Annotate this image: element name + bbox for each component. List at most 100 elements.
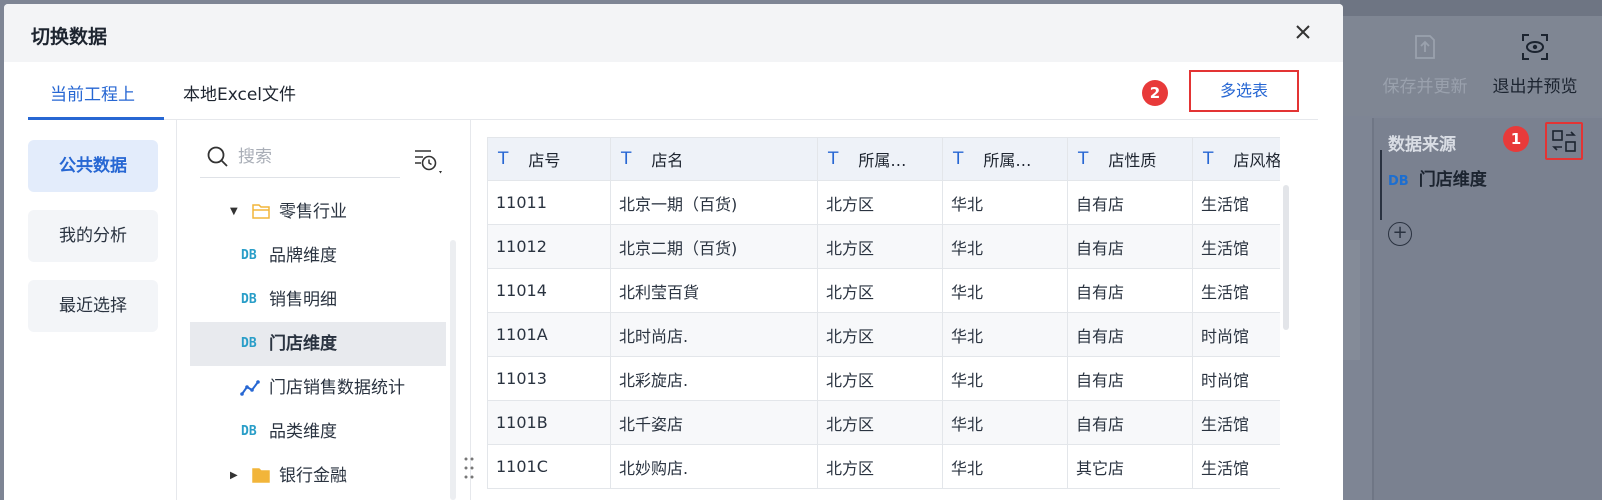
table-scrollbar[interactable] xyxy=(1283,185,1289,330)
table-row: 11012 北京二期（百货) 北方区 华北 自有店 生活馆 xyxy=(487,224,1280,269)
column-header-label: 店风格 xyxy=(1233,151,1280,170)
tab-local-excel[interactable]: 本地Excel文件 xyxy=(183,80,296,105)
exit-and-preview-button[interactable]: 退出并预览 xyxy=(1480,22,1590,97)
tree-item-category-dimension[interactable]: DB 品类维度 xyxy=(190,410,446,454)
table-cell: 11012 xyxy=(487,224,611,269)
category-my-analysis[interactable]: 我的分析 xyxy=(28,210,158,262)
table-cell: 自有店 xyxy=(1067,180,1193,225)
data-preview-table: T 店号 T 店名 T 所属… T 所属… T 店性质 T 店风格 11011 北京一期（百货… xyxy=(487,137,1280,500)
table-cell: 华北 xyxy=(942,356,1068,401)
table-cell: 自有店 xyxy=(1067,356,1193,401)
table-row: 1101B 北千姿店 北方区 华北 自有店 生活馆 xyxy=(487,400,1280,445)
column-header[interactable]: T 所属… xyxy=(942,137,1068,181)
save-and-update-button[interactable]: 保存并更新 xyxy=(1370,22,1480,97)
table-cell: 北方区 xyxy=(817,224,943,269)
category-divider xyxy=(176,120,177,500)
tree-label: 银行金融 xyxy=(279,466,347,486)
column-header-label: 店性质 xyxy=(1108,151,1157,170)
add-data-source-button[interactable]: + xyxy=(1388,222,1412,246)
table-cell: 生活馆 xyxy=(1192,400,1280,445)
tab-current-project[interactable]: 当前工程上 xyxy=(50,80,135,105)
data-source-item[interactable]: DB 门店维度 xyxy=(1388,165,1487,190)
tree-item-store-sales-stats[interactable]: 门店销售数据统计 xyxy=(190,366,446,410)
db-tag: DB xyxy=(241,292,257,307)
db-tag: DB xyxy=(241,424,257,439)
text-type-icon: T xyxy=(828,149,839,169)
table-cell: 华北 xyxy=(942,312,1068,357)
column-header[interactable]: T 所属… xyxy=(817,137,943,181)
table-cell: 北时尚店. xyxy=(610,312,818,357)
search-icon xyxy=(207,146,228,167)
close-icon[interactable] xyxy=(1291,20,1315,44)
background-topbar xyxy=(1340,0,1602,16)
search-input[interactable] xyxy=(238,144,398,170)
table-header-row: T 店号 T 店名 T 所属… T 所属… T 店性质 T 店风格 xyxy=(487,137,1280,181)
tree-item-store-dimension[interactable]: DB 门店维度 xyxy=(190,322,446,366)
multi-select-tables-button[interactable]: 多选表 xyxy=(1189,70,1299,112)
tree-folder-banking[interactable]: ▶ 银行金融 xyxy=(190,454,446,498)
caret-right-icon[interactable]: ▶ xyxy=(230,454,238,498)
resize-handle-icon[interactable] xyxy=(462,455,476,481)
dialog-title: 切换数据 xyxy=(31,26,108,48)
table-cell: 1101A xyxy=(487,312,611,357)
dialog-header: 切换数据 xyxy=(4,4,1343,62)
db-tag: DB xyxy=(241,336,257,351)
table-cell: 时尚馆 xyxy=(1192,356,1280,401)
filter-history-icon[interactable] xyxy=(412,146,446,176)
folder-icon xyxy=(252,204,270,219)
column-header-label: 所属… xyxy=(983,151,1032,170)
table-cell: 生活馆 xyxy=(1192,268,1280,313)
table-cell: 自有店 xyxy=(1067,312,1193,357)
data-source-name: 门店维度 xyxy=(1418,170,1487,190)
db-tag: DB xyxy=(241,248,257,263)
text-type-icon: T xyxy=(498,149,509,169)
category-public-data[interactable]: 公共数据 xyxy=(28,140,158,192)
tree-label: 门店销售数据统计 xyxy=(269,378,405,398)
table-cell: 华北 xyxy=(942,444,1068,489)
column-header-label: 店号 xyxy=(528,151,561,170)
table-cell: 时尚馆 xyxy=(1192,312,1280,357)
table-cell: 华北 xyxy=(942,268,1068,313)
table-cell: 自有店 xyxy=(1067,268,1193,313)
table-cell: 北方区 xyxy=(817,356,943,401)
table-cell: 生活馆 xyxy=(1192,224,1280,269)
column-header[interactable]: T 店风格 xyxy=(1192,137,1280,181)
save-icon xyxy=(1415,35,1435,59)
data-source-title: 数据来源 xyxy=(1388,135,1456,155)
table-cell: 自有店 xyxy=(1067,224,1193,269)
table-row: 11011 北京一期（百货) 北方区 华北 自有店 生活馆 xyxy=(487,180,1280,225)
db-tag: DB xyxy=(1388,174,1409,189)
table-cell: 北方区 xyxy=(817,268,943,313)
text-type-icon: T xyxy=(1203,149,1214,169)
switch-data-button[interactable] xyxy=(1545,122,1583,160)
table-tree: ▼ 零售行业 DB 品牌维度 DB 销售明细 DB 门店维度 门店销售数据统计 … xyxy=(190,190,446,498)
category-recent[interactable]: 最近选择 xyxy=(28,280,158,332)
tree-divider xyxy=(470,120,471,500)
table-cell: 生活馆 xyxy=(1192,180,1280,225)
panel-connector-line xyxy=(1380,150,1382,220)
tree-scrollbar[interactable] xyxy=(450,240,456,500)
table-cell: 华北 xyxy=(942,400,1068,445)
table-cell: 北千姿店 xyxy=(610,400,818,445)
table-cell: 北彩旋店. xyxy=(610,356,818,401)
table-cell: 11014 xyxy=(487,268,611,313)
table-cell: 生活馆 xyxy=(1192,444,1280,489)
step-badge-1: 1 xyxy=(1503,126,1529,152)
column-header[interactable]: T 店号 xyxy=(487,137,611,181)
tree-item-sales-detail[interactable]: DB 销售明细 xyxy=(190,278,446,322)
search-box xyxy=(200,140,400,178)
table-cell: 1101C xyxy=(487,444,611,489)
folder-icon xyxy=(252,468,270,483)
column-header[interactable]: T 店性质 xyxy=(1067,137,1193,181)
table-cell: 自有店 xyxy=(1067,400,1193,445)
table-cell: 北利莹百貨 xyxy=(610,268,818,313)
column-header[interactable]: T 店名 xyxy=(610,137,818,181)
tree-label: 销售明细 xyxy=(269,290,337,310)
tree-folder-retail[interactable]: ▼ 零售行业 xyxy=(190,190,446,234)
caret-down-icon[interactable]: ▼ xyxy=(230,190,238,234)
column-header-label: 所属… xyxy=(858,151,907,170)
column-header-label: 店名 xyxy=(651,151,684,170)
tree-item-brand-dimension[interactable]: DB 品牌维度 xyxy=(190,234,446,278)
table-cell: 北方区 xyxy=(817,180,943,225)
text-type-icon: T xyxy=(953,149,964,169)
